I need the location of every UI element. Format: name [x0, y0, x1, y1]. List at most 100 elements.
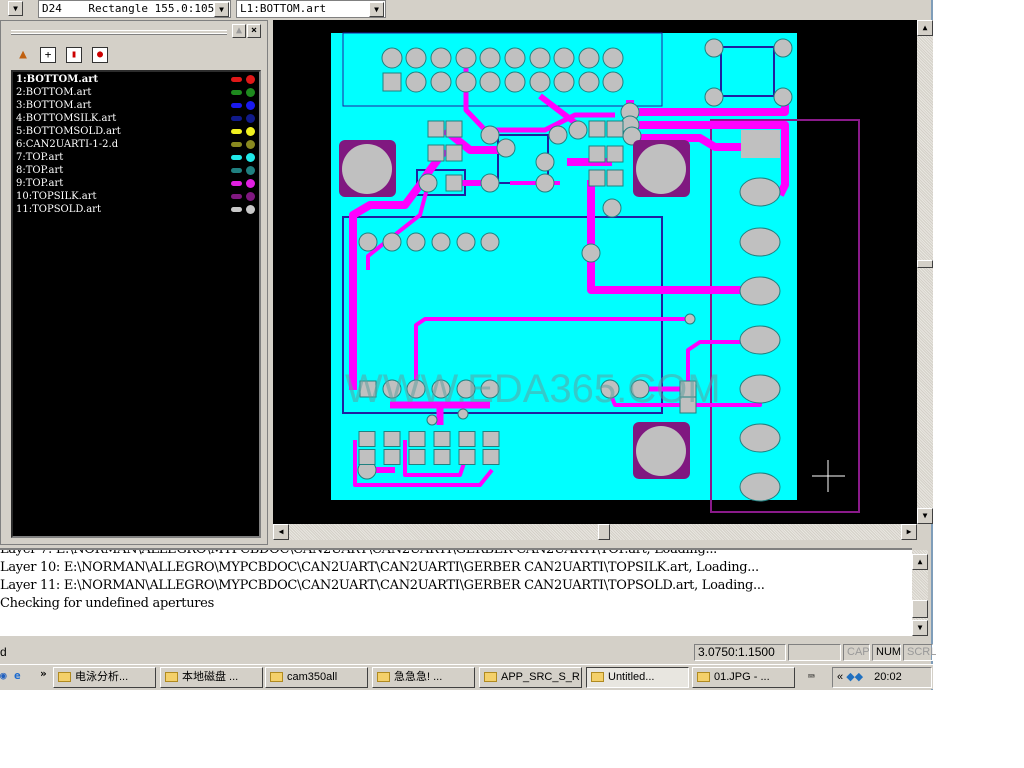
canvas-vertical-scrollbar[interactable]: ▲ ▼ [917, 20, 933, 524]
scroll-down-button[interactable]: ▼ [917, 508, 933, 524]
folder-icon [58, 672, 71, 683]
layer-list: 1:BOTTOM.art 2:BOTTOM.art 3:BOTTOM.art 4:BO… [11, 70, 261, 538]
paint-icon[interactable]: ▲ [15, 47, 31, 63]
layer-visibility-dot[interactable] [246, 127, 255, 136]
layer-combo[interactable]: L1:BOTTOM.art ▼ [236, 0, 386, 18]
coordinate-readout: 3.0750:1.1500 [694, 644, 786, 661]
scroll-left-button[interactable]: ◀ [273, 524, 289, 540]
keyboard-icon[interactable]: ⌨ [808, 670, 815, 683]
layer-row[interactable]: 1:BOTTOM.art [13, 73, 259, 86]
aperture-combo[interactable]: D24 Rectangle 155.0:105.0 ▼ [38, 0, 231, 18]
pad [433, 449, 451, 465]
pad [445, 120, 463, 138]
toolbar-dropdown[interactable]: ▼ [0, 0, 24, 18]
pcb-canvas[interactable]: WWW.EDA365.COM [273, 20, 917, 524]
taskbar-button[interactable]: 电泳分析... [53, 667, 156, 688]
layer-visibility-dot[interactable] [246, 205, 255, 214]
log-scrollbar[interactable]: ▲ ▼ [912, 550, 928, 636]
layer-row[interactable]: 6:CAN2UARTI-1-2.d [13, 138, 259, 151]
layer-visibility-dot[interactable] [246, 75, 255, 84]
layer-visibility-dot[interactable] [246, 166, 255, 175]
layer-visibility-dot[interactable] [246, 192, 255, 201]
panel-restore-button[interactable]: ▲ [232, 24, 246, 38]
layer-row[interactable]: 3:BOTTOM.art [13, 99, 259, 112]
layer-row[interactable]: 10:TOPSILK.art [13, 190, 259, 203]
add-layer-icon[interactable]: + [40, 47, 56, 63]
panel-close-button[interactable]: × [247, 24, 261, 38]
pad [482, 431, 500, 447]
pad [480, 125, 500, 145]
scroll-thumb[interactable] [912, 600, 928, 618]
layer-delete-icon[interactable]: ● [92, 47, 108, 63]
scroll-thumb[interactable] [917, 260, 933, 268]
pad [588, 145, 606, 163]
taskbar-button[interactable]: APP_SRC_S_R [479, 667, 582, 688]
chevron-left-icon[interactable]: « [837, 671, 843, 683]
layer-row[interactable]: 5:BOTTOMSOLD.art [13, 125, 259, 138]
taskbar-button[interactable]: 01.JPG - ... [692, 667, 795, 688]
layer-color-swatch[interactable] [231, 77, 242, 82]
taskbar-button[interactable]: 本地磁盘 ... [160, 667, 263, 688]
scroll-right-button[interactable]: ▶ [901, 524, 917, 540]
layer-label: 3:BOTTOM.art [16, 100, 92, 111]
panel-grip[interactable] [11, 30, 227, 35]
layer-row[interactable]: 7:TOP.art [13, 151, 259, 164]
pad [588, 120, 606, 138]
layer-visibility-dot[interactable] [246, 101, 255, 110]
ie-icon [377, 672, 390, 683]
layer-color-swatch[interactable] [231, 116, 242, 121]
layer-info-icon[interactable]: ▮ [66, 47, 82, 63]
pad [482, 449, 500, 465]
layer-color-swatch[interactable] [231, 194, 242, 199]
layer-color-swatch[interactable] [231, 168, 242, 173]
pad [602, 47, 624, 69]
canvas-horizontal-scrollbar[interactable]: ◀ ▶ [273, 524, 917, 540]
system-tray: « ◆◆ 20:02 [832, 667, 932, 688]
layer-color-swatch[interactable] [231, 142, 242, 147]
layer-visibility-dot[interactable] [246, 153, 255, 162]
network-icon[interactable]: ◆◆ [846, 671, 863, 683]
layer-color-swatch[interactable] [231, 103, 242, 108]
scroll-thumb[interactable] [598, 524, 610, 540]
taskbar-button-label: 本地磁盘 ... [182, 671, 239, 683]
layer-row[interactable]: 9:TOP.art [13, 177, 259, 190]
pad [358, 431, 376, 447]
layer-color-swatch[interactable] [231, 207, 242, 212]
taskbar-button[interactable]: Untitled... [586, 667, 689, 688]
pad [553, 71, 575, 93]
layer-label: 6:CAN2UARTI-1-2.d [16, 139, 119, 150]
layer-row[interactable]: 8:TOP.art [13, 164, 259, 177]
scroll-up-button[interactable]: ▲ [917, 20, 933, 36]
layer-visibility-dot[interactable] [246, 140, 255, 149]
app-icon [591, 672, 604, 683]
chevron-down-icon[interactable]: ▼ [369, 2, 384, 17]
scroll-up-button[interactable]: ▲ [912, 554, 928, 570]
layer-row[interactable]: 4:BOTTOMSILK.art [13, 112, 259, 125]
quicklaunch-icon[interactable]: ◉ [0, 669, 7, 682]
taskbar-button-label: Untitled... [608, 671, 655, 683]
chevron-down-icon[interactable]: ▼ [214, 2, 229, 17]
layer-visibility-dot[interactable] [246, 88, 255, 97]
pad [684, 313, 696, 325]
pad [480, 232, 500, 252]
pad [602, 198, 622, 218]
output-log: Layer 7: E:\NORMAN\ALLEGRO\MYPCBDOC\CAN2… [0, 548, 912, 636]
taskbar-button[interactable]: cam350all [265, 667, 368, 688]
layer-color-swatch[interactable] [231, 129, 242, 134]
layer-row[interactable]: 11:TOPSOLD.art [13, 203, 259, 216]
ie-icon[interactable]: e [14, 669, 21, 682]
layer-row[interactable]: 2:BOTTOM.art [13, 86, 259, 99]
layer-visibility-dot[interactable] [246, 179, 255, 188]
pad [445, 144, 463, 162]
status-empty-field [788, 644, 841, 661]
scroll-down-button[interactable]: ▼ [912, 620, 928, 636]
taskbar-button[interactable]: 急急急! ... [372, 667, 475, 688]
layer-visibility-dot[interactable] [246, 114, 255, 123]
chevron-down-icon[interactable]: ▼ [8, 1, 23, 16]
layer-color-swatch[interactable] [231, 181, 242, 186]
chevron-more-icon[interactable]: » [40, 667, 47, 680]
layer-color-swatch[interactable] [231, 90, 242, 95]
taskbar-button-label: APP_SRC_S_R [501, 671, 580, 683]
layer-color-swatch[interactable] [231, 155, 242, 160]
pad [704, 38, 724, 58]
